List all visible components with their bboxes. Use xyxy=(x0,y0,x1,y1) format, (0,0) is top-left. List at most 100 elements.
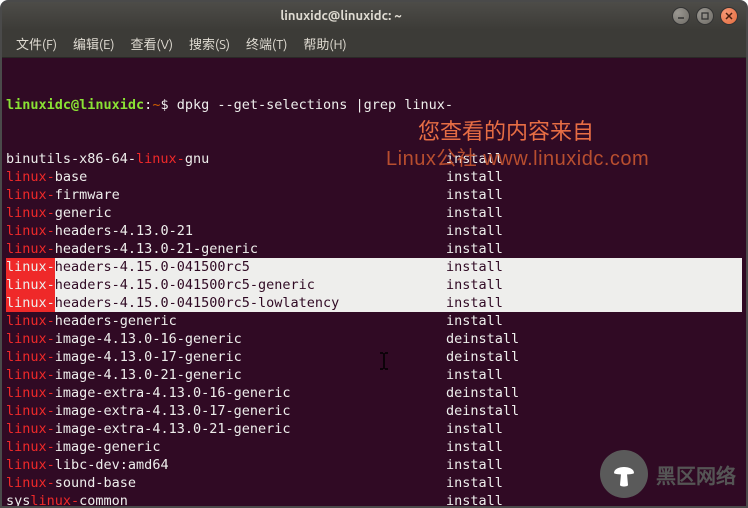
pkg-status: install xyxy=(446,150,503,168)
output-row: linux-image-generic install xyxy=(6,438,742,456)
output-row: linux-firmware install xyxy=(6,186,742,204)
menu-view[interactable]: 查看(V) xyxy=(125,31,179,56)
window-buttons xyxy=(672,7,738,25)
output-row: linux-headers-4.15.0-041500rc5-generic in… xyxy=(6,276,742,294)
minimize-icon xyxy=(676,11,686,21)
output-row: linux-headers-4.13.0-21-generic install xyxy=(6,240,742,258)
pkg-suffix: image-4.13.0-21-generic xyxy=(55,366,242,384)
menu-search[interactable]: 搜索(S) xyxy=(183,31,236,56)
pkg-suffix: headers-4.15.0-041500rc5-lowlatency xyxy=(55,294,339,312)
pkg-prefix: sys xyxy=(6,492,30,506)
output-row: linux-libc-dev:amd64install xyxy=(6,456,742,474)
menubar: 文件(F) 编辑(E) 查看(V) 搜索(S) 终端(T) 帮助(H) xyxy=(2,30,746,58)
pkg-status: deinstall xyxy=(446,330,519,348)
pkg-suffix: headers-4.13.0-21 xyxy=(55,222,193,240)
grep-match: linux- xyxy=(6,330,55,348)
pkg-suffix: generic xyxy=(55,204,112,222)
maximize-button[interactable] xyxy=(696,7,714,25)
output-row: linux-headers-genericinstall xyxy=(6,312,742,330)
pkg-status: install xyxy=(446,222,503,240)
pkg-suffix: headers-4.13.0-21-generic xyxy=(55,240,258,258)
menu-edit[interactable]: 编辑(E) xyxy=(67,31,120,56)
grep-match: linux- xyxy=(6,402,55,420)
close-icon xyxy=(724,11,734,21)
pkg-suffix: libc-dev:amd64 xyxy=(55,456,169,474)
output-row: binutils-x86-64-linux-gnu install xyxy=(6,150,742,168)
grep-match: linux- xyxy=(6,420,55,438)
grep-match: linux- xyxy=(6,222,55,240)
output-lines: binutils-x86-64-linux-gnuinstalllinux-ba… xyxy=(6,150,742,506)
grep-match: linux- xyxy=(6,456,55,474)
pkg-status: install xyxy=(446,474,503,492)
pkg-suffix: headers-4.15.0-041500rc5 xyxy=(55,258,250,276)
menu-file[interactable]: 文件(F) xyxy=(10,31,63,56)
pkg-suffix: base xyxy=(55,168,88,186)
grep-match: linux- xyxy=(6,276,55,294)
menu-terminal[interactable]: 终端(T) xyxy=(240,31,293,56)
output-row: syslinux-common install xyxy=(6,492,742,506)
pkg-suffix: firmware xyxy=(55,186,120,204)
output-row: linux-image-4.13.0-16-generic deinstall xyxy=(6,330,742,348)
terminal-window: linuxidc@linuxidc: ~ 文件(F) 编辑(E) 查看(V) 搜… xyxy=(0,0,748,508)
selection-fill xyxy=(315,276,742,294)
terminal-body[interactable]: linuxidc@linuxidc:~$ dpkg --get-selectio… xyxy=(2,58,746,506)
pkg-suffix: image-extra-4.13.0-21-generic xyxy=(55,420,291,438)
pkg-suffix: headers-4.15.0-041500rc5-generic xyxy=(55,276,315,294)
output-row: linux-image-extra-4.13.0-17-generic deins… xyxy=(6,402,742,420)
pkg-status: install xyxy=(446,420,503,438)
grep-match: linux- xyxy=(6,474,55,492)
pkg-status: deinstall xyxy=(446,384,519,402)
pkg-suffix: sound-base xyxy=(55,474,136,492)
grep-match: linux- xyxy=(6,240,55,258)
output-row: linux-headers-4.13.0-21 install xyxy=(6,222,742,240)
pkg-suffix: headers-generic xyxy=(55,312,177,330)
prompt-path: ~ xyxy=(152,96,160,114)
grep-match: linux- xyxy=(6,384,55,402)
output-row: linux-image-4.13.0-21-generic install xyxy=(6,366,742,384)
pkg-status: install xyxy=(446,186,503,204)
selection-fill xyxy=(339,294,742,312)
pkg-status: install xyxy=(446,366,503,384)
minimize-button[interactable] xyxy=(672,7,690,25)
grep-match: linux- xyxy=(6,186,55,204)
pkg-status: install xyxy=(446,240,503,258)
prompt-line: linuxidc@linuxidc:~$ dpkg --get-selectio… xyxy=(6,96,742,114)
grep-match: linux- xyxy=(6,348,55,366)
prompt-colon: : xyxy=(144,96,152,114)
pkg-status: install xyxy=(446,276,503,294)
prompt-userhost: linuxidc@linuxidc xyxy=(6,96,144,114)
pkg-prefix: binutils-x86-64- xyxy=(6,150,136,168)
grep-match: linux- xyxy=(136,150,185,168)
pkg-suffix: image-4.13.0-16-generic xyxy=(55,330,242,348)
pkg-status: install xyxy=(446,168,503,186)
grep-match: linux- xyxy=(6,204,55,222)
pkg-status: install xyxy=(446,204,503,222)
pkg-status: install xyxy=(446,492,503,506)
pkg-status: deinstall xyxy=(446,402,519,420)
titlebar: linuxidc@linuxidc: ~ xyxy=(2,2,746,30)
pkg-suffix: common xyxy=(79,492,128,506)
pkg-status: install xyxy=(446,438,503,456)
pkg-status: install xyxy=(446,258,503,276)
prompt-dollar: $ xyxy=(160,96,176,114)
grep-match: linux- xyxy=(6,258,55,276)
output-row: linux-image-4.13.0-17-generic deinstall xyxy=(6,348,742,366)
maximize-icon xyxy=(700,11,710,21)
grep-match: linux- xyxy=(6,366,55,384)
output-row: linux-image-extra-4.13.0-16-genericdeins… xyxy=(6,384,742,402)
output-row: linux-baseinstall xyxy=(6,168,742,186)
pkg-suffix: image-generic xyxy=(55,438,161,456)
close-button[interactable] xyxy=(720,7,738,25)
window-title: linuxidc@linuxidc: ~ xyxy=(10,9,672,23)
menu-help[interactable]: 帮助(H) xyxy=(297,31,352,56)
output-row: linux-headers-4.15.0-041500rc5-lowlatenc… xyxy=(6,294,742,312)
pkg-suffix: image-4.13.0-17-generic xyxy=(55,348,242,366)
grep-match: linux- xyxy=(6,438,55,456)
pkg-suffix: image-extra-4.13.0-17-generic xyxy=(55,402,291,420)
grep-match: linux- xyxy=(6,312,55,330)
pkg-status: deinstall xyxy=(446,348,519,366)
output-row: linux-sound-base install xyxy=(6,474,742,492)
pkg-suffix: gnu xyxy=(185,150,209,168)
command-text: dpkg --get-selections |grep linux- xyxy=(177,96,453,114)
grep-match: linux- xyxy=(30,492,79,506)
